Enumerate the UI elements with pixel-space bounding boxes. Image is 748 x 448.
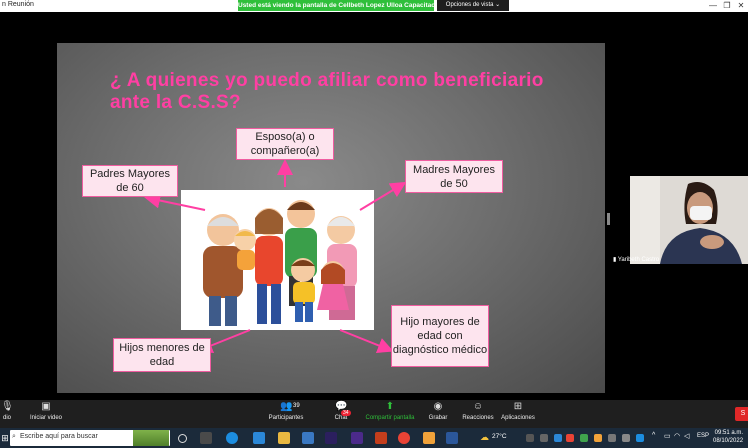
box-hijo-mayores: Hijo mayores de edad con diagnóstico méd… <box>391 305 489 367</box>
clock-date: 08/10/2022 <box>713 438 744 444</box>
participants-icon: 👥 <box>280 401 293 412</box>
minimize-button[interactable]: — <box>706 0 720 11</box>
windows-start-icon[interactable]: ⊞ <box>0 428 10 448</box>
apps-icon: ⊞ <box>513 401 523 412</box>
participants-button[interactable]: 👥 Participantes <box>264 401 308 421</box>
reactions-button[interactable]: ☺ Reacciones <box>462 401 494 421</box>
apps-label: Aplicaciones <box>501 415 535 421</box>
slide-title: ¿ A quienes yo puedo afiliar como benefi… <box>110 70 544 113</box>
box-madres: Madres Mayores de 50 <box>405 160 503 193</box>
task-view-icon[interactable] <box>178 434 187 443</box>
share-screen-label: Compartir pantalla <box>365 415 415 421</box>
reactions-label: Reacciones <box>462 415 494 421</box>
tray-icon-8[interactable] <box>636 434 644 442</box>
audio-label: dio <box>2 415 11 421</box>
end-meeting-button[interactable]: S <box>735 407 748 421</box>
file-explorer-icon[interactable] <box>278 432 290 444</box>
edge-icon[interactable] <box>226 432 238 444</box>
window-title: n Reunión <box>2 1 34 8</box>
battery-icon[interactable]: ▭ <box>664 432 671 440</box>
chevron-up-icon[interactable]: ^ <box>652 432 655 439</box>
mail-icon[interactable] <box>302 432 314 444</box>
box-esposo: Esposo(a) o compañero(a) <box>236 128 334 160</box>
screen-share-banner: Usted está viendo la pantalla de Cellbet… <box>238 0 434 11</box>
clock-time: 09:51 a.m. <box>714 430 744 436</box>
weather-temperature[interactable]: 27°C <box>492 433 507 440</box>
input-language[interactable]: ESP <box>697 433 709 439</box>
tray-icon-7[interactable] <box>622 434 630 442</box>
box-padres: Padres Mayores de 60 <box>82 165 178 197</box>
chat-badge: 34 <box>341 410 351 416</box>
powerpoint-icon[interactable] <box>375 432 387 444</box>
microphone-icon: 🎙 <box>1 401 14 412</box>
tray-icon-4[interactable] <box>580 434 588 442</box>
share-screen-icon: ⬆ <box>385 401 395 412</box>
participant-video-image <box>630 176 748 264</box>
participant-name: Yaribeth Castro <box>617 257 660 263</box>
audio-button[interactable]: 🎙 dio <box>0 401 14 421</box>
chat-badge-wrap: 34 <box>341 401 351 419</box>
participant-name-label: ▮ Yaribeth Castro <box>613 256 659 263</box>
illustrator-icon[interactable] <box>423 432 435 444</box>
record-button[interactable]: ◉ Grabar <box>428 401 448 421</box>
tray-icon-2[interactable] <box>540 434 548 442</box>
family-drawing <box>203 200 357 326</box>
tray-icon-1[interactable] <box>526 434 534 442</box>
tray-icon-5[interactable] <box>594 434 602 442</box>
photoshop-icon[interactable] <box>325 432 337 444</box>
volume-icon[interactable]: ◁ <box>684 432 689 440</box>
zoom-icon[interactable] <box>253 432 265 444</box>
start-video-button[interactable]: ▣ Iniciar video <box>26 401 66 421</box>
word-icon[interactable] <box>446 432 458 444</box>
reactions-icon: ☺ <box>472 401 484 412</box>
weather-icon: ☁ <box>480 432 489 442</box>
restore-button[interactable]: ❐ <box>720 0 734 11</box>
tray-icon-3[interactable] <box>566 434 574 442</box>
tray-zoom-icon[interactable] <box>554 434 562 442</box>
widgets-icon[interactable] <box>200 432 212 444</box>
family-illustration <box>181 190 374 330</box>
video-off-icon: ▣ <box>41 401 51 412</box>
panel-resize-handle[interactable] <box>607 213 610 225</box>
signal-icon: ▮ <box>613 257 617 263</box>
box-hijos-menores: Hijos menores de edad <box>113 338 211 372</box>
tray-icon-6[interactable] <box>608 434 616 442</box>
search-highlight-image <box>133 430 169 446</box>
view-options-label: Opciones de vista <box>445 2 494 8</box>
taskbar-search-placeholder: Escribe aquí para buscar <box>20 433 98 440</box>
search-icon: ⌕ <box>12 433 16 440</box>
participants-label: Participantes <box>268 415 304 421</box>
record-icon: ◉ <box>433 401 443 412</box>
start-video-label: Iniciar video <box>29 415 62 421</box>
view-options-button[interactable]: Opciones de vista ⌄ <box>437 0 509 11</box>
taskbar-clock[interactable]: 09:51 a.m. 08/10/2022 <box>713 429 743 445</box>
chrome-icon[interactable] <box>398 432 410 444</box>
participants-count: 39 <box>293 403 300 409</box>
apps-button[interactable]: ⊞ Aplicaciones <box>500 401 536 421</box>
chevron-down-icon: ⌄ <box>495 2 501 8</box>
wifi-icon[interactable]: ◠ <box>674 432 680 440</box>
premiere-icon[interactable] <box>351 432 363 444</box>
participant-video-tile[interactable] <box>630 176 748 264</box>
share-screen-button[interactable]: ⬆ Compartir pantalla <box>364 401 416 421</box>
close-button[interactable]: ✕ <box>734 0 748 11</box>
record-label: Grabar <box>428 415 448 421</box>
